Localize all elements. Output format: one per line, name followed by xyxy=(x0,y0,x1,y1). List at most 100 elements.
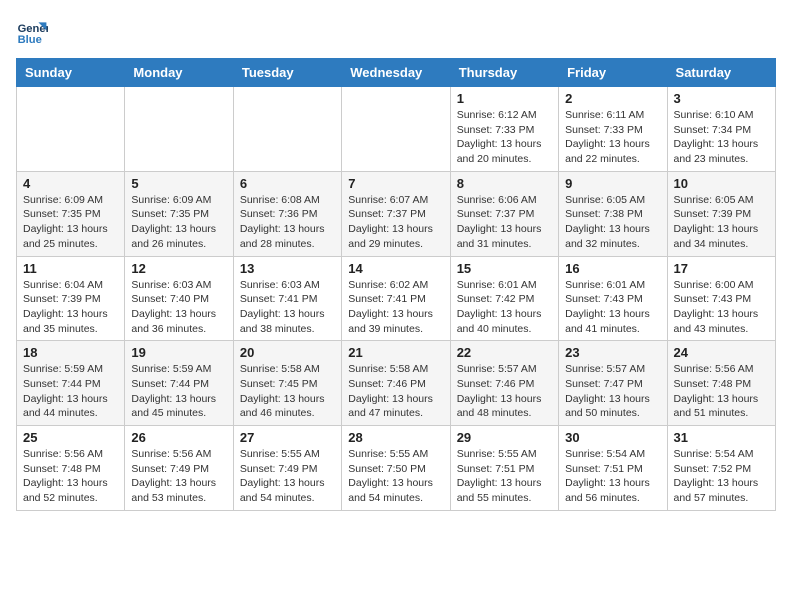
calendar-cell: 23 Sunrise: 5:57 AM Sunset: 7:47 PM Dayli… xyxy=(559,341,667,426)
calendar-cell xyxy=(233,87,341,172)
day-info: Sunrise: 6:10 AM Sunset: 7:34 PM Dayligh… xyxy=(674,108,769,167)
weekday-header-wednesday: Wednesday xyxy=(342,59,450,87)
day-info: Sunrise: 6:06 AM Sunset: 7:37 PM Dayligh… xyxy=(457,193,552,252)
day-info: Sunrise: 6:03 AM Sunset: 7:40 PM Dayligh… xyxy=(131,278,226,337)
day-number: 12 xyxy=(131,261,226,276)
day-info: Sunrise: 5:55 AM Sunset: 7:50 PM Dayligh… xyxy=(348,447,443,506)
day-info: Sunrise: 6:01 AM Sunset: 7:43 PM Dayligh… xyxy=(565,278,660,337)
day-info: Sunrise: 6:08 AM Sunset: 7:36 PM Dayligh… xyxy=(240,193,335,252)
week-row-4: 18 Sunrise: 5:59 AM Sunset: 7:44 PM Dayli… xyxy=(17,341,776,426)
day-info: Sunrise: 6:05 AM Sunset: 7:38 PM Dayligh… xyxy=(565,193,660,252)
day-info: Sunrise: 5:59 AM Sunset: 7:44 PM Dayligh… xyxy=(131,362,226,421)
day-info: Sunrise: 6:09 AM Sunset: 7:35 PM Dayligh… xyxy=(131,193,226,252)
calendar-cell: 30 Sunrise: 5:54 AM Sunset: 7:51 PM Dayli… xyxy=(559,426,667,511)
calendar-cell: 10Sunrise: 6:05 AM Sunset: 7:39 PM Dayli… xyxy=(667,171,775,256)
calendar-cell: 11Sunrise: 6:04 AM Sunset: 7:39 PM Dayli… xyxy=(17,256,125,341)
day-info: Sunrise: 5:54 AM Sunset: 7:52 PM Dayligh… xyxy=(674,447,769,506)
day-number: 11 xyxy=(23,261,118,276)
day-info: Sunrise: 6:02 AM Sunset: 7:41 PM Dayligh… xyxy=(348,278,443,337)
day-number: 8 xyxy=(457,176,552,191)
day-info: Sunrise: 6:12 AM Sunset: 7:33 PM Dayligh… xyxy=(457,108,552,167)
calendar-cell: 1Sunrise: 6:12 AM Sunset: 7:33 PM Daylig… xyxy=(450,87,558,172)
calendar-cell: 16 Sunrise: 6:01 AM Sunset: 7:43 PM Dayli… xyxy=(559,256,667,341)
day-number: 2 xyxy=(565,91,660,106)
day-number: 30 xyxy=(565,430,660,445)
day-number: 16 xyxy=(565,261,660,276)
day-number: 25 xyxy=(23,430,118,445)
week-row-1: 1Sunrise: 6:12 AM Sunset: 7:33 PM Daylig… xyxy=(17,87,776,172)
logo: General Blue xyxy=(16,16,52,48)
day-number: 9 xyxy=(565,176,660,191)
calendar-cell xyxy=(125,87,233,172)
logo-icon: General Blue xyxy=(16,16,48,48)
calendar-cell: 12 Sunrise: 6:03 AM Sunset: 7:40 PM Dayli… xyxy=(125,256,233,341)
calendar-cell: 15Sunrise: 6:01 AM Sunset: 7:42 PM Dayli… xyxy=(450,256,558,341)
calendar-cell: 4 Sunrise: 6:09 AM Sunset: 7:35 PM Daylig… xyxy=(17,171,125,256)
week-row-2: 4 Sunrise: 6:09 AM Sunset: 7:35 PM Daylig… xyxy=(17,171,776,256)
calendar-cell: 24Sunrise: 5:56 AM Sunset: 7:48 PM Dayli… xyxy=(667,341,775,426)
day-number: 13 xyxy=(240,261,335,276)
day-number: 31 xyxy=(674,430,769,445)
day-number: 4 xyxy=(23,176,118,191)
day-info: Sunrise: 5:57 AM Sunset: 7:47 PM Dayligh… xyxy=(565,362,660,421)
calendar-cell: 5 Sunrise: 6:09 AM Sunset: 7:35 PM Daylig… xyxy=(125,171,233,256)
day-info: Sunrise: 6:11 AM Sunset: 7:33 PM Dayligh… xyxy=(565,108,660,167)
weekday-header-sunday: Sunday xyxy=(17,59,125,87)
calendar-cell: 19 Sunrise: 5:59 AM Sunset: 7:44 PM Dayli… xyxy=(125,341,233,426)
day-number: 18 xyxy=(23,345,118,360)
calendar-cell: 17Sunrise: 6:00 AM Sunset: 7:43 PM Dayli… xyxy=(667,256,775,341)
day-number: 7 xyxy=(348,176,443,191)
calendar-cell: 9 Sunrise: 6:05 AM Sunset: 7:38 PM Daylig… xyxy=(559,171,667,256)
day-info: Sunrise: 6:07 AM Sunset: 7:37 PM Dayligh… xyxy=(348,193,443,252)
calendar-cell: 22Sunrise: 5:57 AM Sunset: 7:46 PM Dayli… xyxy=(450,341,558,426)
calendar-cell: 7 Sunrise: 6:07 AM Sunset: 7:37 PM Daylig… xyxy=(342,171,450,256)
svg-text:Blue: Blue xyxy=(18,34,42,46)
day-number: 10 xyxy=(674,176,769,191)
day-number: 3 xyxy=(674,91,769,106)
day-info: Sunrise: 5:55 AM Sunset: 7:49 PM Dayligh… xyxy=(240,447,335,506)
week-row-5: 25Sunrise: 5:56 AM Sunset: 7:48 PM Dayli… xyxy=(17,426,776,511)
calendar-cell: 31 Sunrise: 5:54 AM Sunset: 7:52 PM Dayli… xyxy=(667,426,775,511)
calendar-cell: 29 Sunrise: 5:55 AM Sunset: 7:51 PM Dayli… xyxy=(450,426,558,511)
day-info: Sunrise: 5:56 AM Sunset: 7:48 PM Dayligh… xyxy=(674,362,769,421)
day-number: 5 xyxy=(131,176,226,191)
calendar-cell: 21 Sunrise: 5:58 AM Sunset: 7:46 PM Dayli… xyxy=(342,341,450,426)
day-number: 6 xyxy=(240,176,335,191)
calendar-cell: 26 Sunrise: 5:56 AM Sunset: 7:49 PM Dayli… xyxy=(125,426,233,511)
day-number: 26 xyxy=(131,430,226,445)
day-info: Sunrise: 5:55 AM Sunset: 7:51 PM Dayligh… xyxy=(457,447,552,506)
day-number: 14 xyxy=(348,261,443,276)
day-number: 23 xyxy=(565,345,660,360)
weekday-header-thursday: Thursday xyxy=(450,59,558,87)
calendar-cell: 3 Sunrise: 6:10 AM Sunset: 7:34 PM Daylig… xyxy=(667,87,775,172)
calendar-cell: 28Sunrise: 5:55 AM Sunset: 7:50 PM Dayli… xyxy=(342,426,450,511)
day-number: 21 xyxy=(348,345,443,360)
day-info: Sunrise: 5:58 AM Sunset: 7:45 PM Dayligh… xyxy=(240,362,335,421)
calendar-cell: 27 Sunrise: 5:55 AM Sunset: 7:49 PM Dayli… xyxy=(233,426,341,511)
weekday-header-saturday: Saturday xyxy=(667,59,775,87)
day-number: 19 xyxy=(131,345,226,360)
calendar-cell: 8 Sunrise: 6:06 AM Sunset: 7:37 PM Daylig… xyxy=(450,171,558,256)
calendar-cell: 2 Sunrise: 6:11 AM Sunset: 7:33 PM Daylig… xyxy=(559,87,667,172)
day-info: Sunrise: 5:58 AM Sunset: 7:46 PM Dayligh… xyxy=(348,362,443,421)
weekday-header-tuesday: Tuesday xyxy=(233,59,341,87)
calendar-cell: 25Sunrise: 5:56 AM Sunset: 7:48 PM Dayli… xyxy=(17,426,125,511)
page-header: General Blue xyxy=(16,16,776,48)
calendar-cell: 20 Sunrise: 5:58 AM Sunset: 7:45 PM Dayli… xyxy=(233,341,341,426)
day-info: Sunrise: 5:56 AM Sunset: 7:49 PM Dayligh… xyxy=(131,447,226,506)
weekday-header-row: SundayMondayTuesdayWednesdayThursdayFrid… xyxy=(17,59,776,87)
day-info: Sunrise: 5:59 AM Sunset: 7:44 PM Dayligh… xyxy=(23,362,118,421)
day-number: 27 xyxy=(240,430,335,445)
calendar-cell xyxy=(342,87,450,172)
day-info: Sunrise: 6:01 AM Sunset: 7:42 PM Dayligh… xyxy=(457,278,552,337)
week-row-3: 11Sunrise: 6:04 AM Sunset: 7:39 PM Dayli… xyxy=(17,256,776,341)
day-info: Sunrise: 5:54 AM Sunset: 7:51 PM Dayligh… xyxy=(565,447,660,506)
calendar-cell: 13Sunrise: 6:03 AM Sunset: 7:41 PM Dayli… xyxy=(233,256,341,341)
day-number: 22 xyxy=(457,345,552,360)
weekday-header-monday: Monday xyxy=(125,59,233,87)
day-info: Sunrise: 6:09 AM Sunset: 7:35 PM Dayligh… xyxy=(23,193,118,252)
day-number: 29 xyxy=(457,430,552,445)
weekday-header-friday: Friday xyxy=(559,59,667,87)
day-number: 17 xyxy=(674,261,769,276)
day-number: 20 xyxy=(240,345,335,360)
